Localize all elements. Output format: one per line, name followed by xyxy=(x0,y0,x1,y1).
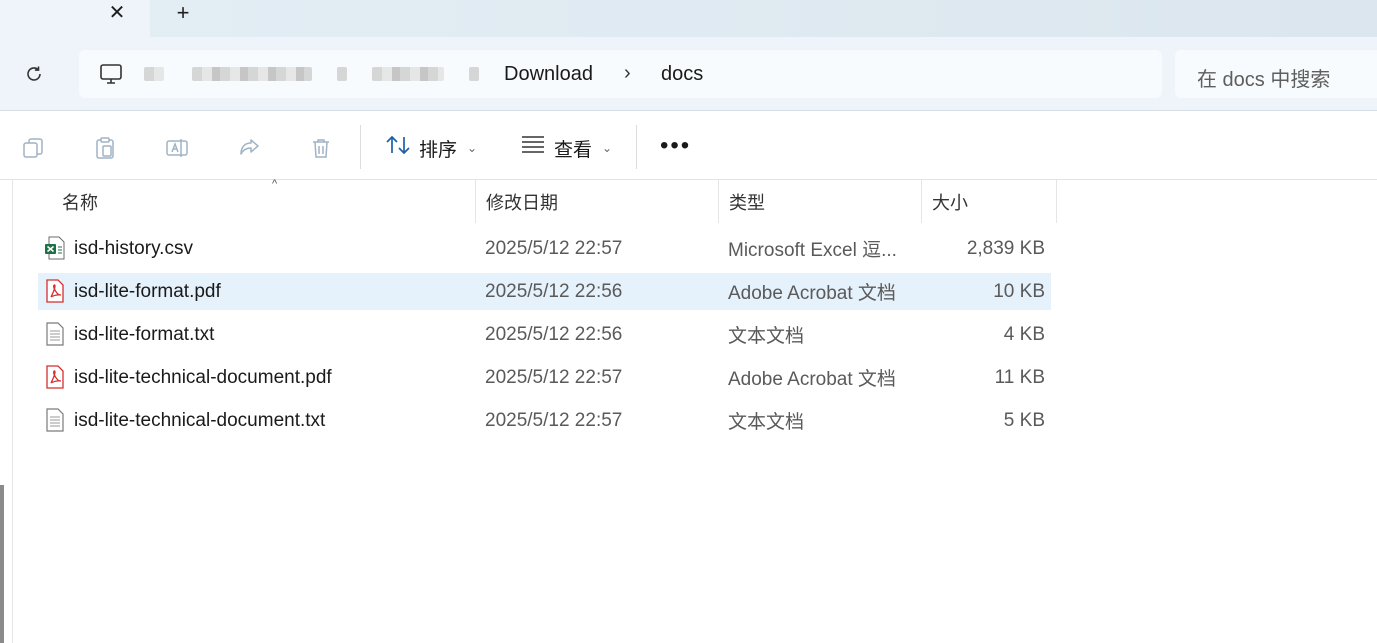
navigation-pane-scrollbar[interactable] xyxy=(0,485,4,643)
navigation-pane-edge xyxy=(0,180,13,643)
redacted-crumb xyxy=(192,67,312,81)
close-tab-icon[interactable]: ✕ xyxy=(106,3,128,25)
computer-icon[interactable] xyxy=(99,62,123,86)
file-name[interactable]: isd-lite-format.pdf xyxy=(74,273,474,310)
breadcrumb-download[interactable]: Download xyxy=(504,63,593,86)
more-options-icon[interactable]: ••• xyxy=(660,134,691,158)
column-header-date[interactable]: 修改日期 xyxy=(476,180,719,223)
command-bar: 排序 ⌄ 查看 ⌄ ••• xyxy=(0,110,1377,180)
column-header-date-label: 修改日期 xyxy=(486,192,558,213)
chevron-down-icon: ⌄ xyxy=(467,141,478,155)
file-row[interactable]: isd-history.csv 2025/5/12 22:57 Microsoft … xyxy=(38,230,1051,267)
share-icon[interactable] xyxy=(236,135,262,161)
file-size: 5 KB xyxy=(1003,409,1045,431)
search-input[interactable]: 在 docs 中搜索 xyxy=(1197,63,1330,92)
address-bar[interactable]: Download › docs xyxy=(79,50,1162,98)
file-date: 2025/5/12 22:56 xyxy=(485,323,623,345)
active-tab[interactable]: ✕ xyxy=(0,0,150,37)
column-header-type[interactable]: 类型 xyxy=(719,180,922,223)
file-type: Microsoft Excel 逗... xyxy=(728,240,897,261)
file-type: Adobe Acrobat 文档 xyxy=(728,369,896,390)
file-date: 2025/5/12 22:57 xyxy=(485,237,623,259)
file-name[interactable]: isd-lite-technical-document.pdf xyxy=(74,359,474,396)
file-row[interactable]: isd-lite-format.pdf 2025/5/12 22:56 Adobe … xyxy=(38,273,1051,310)
tab-strip: ✕ + xyxy=(0,0,1377,37)
breadcrumb-docs[interactable]: docs xyxy=(661,63,703,86)
redacted-crumb xyxy=(469,67,479,81)
column-header-name-label: 名称 xyxy=(62,192,98,213)
text-file-icon xyxy=(44,408,66,432)
pdf-icon xyxy=(44,279,66,303)
file-type: 文本文档 xyxy=(728,412,805,433)
toolbar-divider xyxy=(360,125,361,169)
file-size: 4 KB xyxy=(1003,323,1045,345)
toolbar-divider xyxy=(636,125,637,169)
column-header-size[interactable]: 大小 xyxy=(922,180,1057,223)
excel-csv-icon xyxy=(44,236,66,260)
refresh-icon[interactable] xyxy=(18,61,50,87)
redacted-crumb xyxy=(337,67,347,81)
delete-icon[interactable] xyxy=(308,135,334,161)
file-row[interactable]: isd-lite-format.txt 2025/5/12 22:56 文本文档 4 … xyxy=(38,316,1051,353)
sort-button[interactable]: 排序 ⌄ xyxy=(385,133,477,163)
text-file-icon xyxy=(44,322,66,346)
rename-icon[interactable] xyxy=(164,135,190,161)
view-label: 查看 xyxy=(554,139,593,161)
view-button[interactable]: 查看 ⌄ xyxy=(520,133,612,163)
file-date: 2025/5/12 22:57 xyxy=(485,409,623,431)
navigation-bar: Download › docs 在 docs 中搜索 xyxy=(0,37,1377,110)
file-type: 文本文档 xyxy=(728,326,805,347)
sort-label: 排序 xyxy=(419,139,458,161)
file-size: 10 KB xyxy=(993,280,1045,302)
file-size: 11 KB xyxy=(994,366,1045,388)
column-header-row: ^ 名称 修改日期 类型 大小 xyxy=(14,178,1057,223)
file-name[interactable]: isd-lite-technical-document.txt xyxy=(74,402,474,439)
column-header-name[interactable]: 名称 xyxy=(52,180,476,223)
breadcrumb-separator[interactable]: › xyxy=(624,62,631,85)
chevron-down-icon: ⌄ xyxy=(602,141,613,155)
file-date: 2025/5/12 22:57 xyxy=(485,366,623,388)
file-row[interactable]: isd-lite-technical-document.pdf 2025/5/12… xyxy=(38,359,1051,396)
sort-icon xyxy=(385,133,411,163)
new-tab-icon[interactable]: + xyxy=(172,2,194,25)
redacted-crumb xyxy=(372,67,444,81)
file-name[interactable]: isd-lite-format.txt xyxy=(74,316,474,353)
copy-icon[interactable] xyxy=(20,135,46,161)
file-type: Adobe Acrobat 文档 xyxy=(728,283,896,304)
pdf-icon xyxy=(44,365,66,389)
file-name[interactable]: isd-history.csv xyxy=(74,230,474,267)
view-list-icon xyxy=(520,133,546,163)
search-box[interactable]: 在 docs 中搜索 xyxy=(1175,50,1377,98)
column-header-type-label: 类型 xyxy=(729,192,765,213)
paste-icon[interactable] xyxy=(92,135,118,161)
file-size: 2,839 KB xyxy=(966,237,1045,259)
file-date: 2025/5/12 22:56 xyxy=(485,280,623,302)
redacted-crumb xyxy=(144,67,164,81)
column-header-size-label: 大小 xyxy=(932,192,968,213)
file-row[interactable]: isd-lite-technical-document.txt 2025/5/12… xyxy=(38,402,1051,439)
